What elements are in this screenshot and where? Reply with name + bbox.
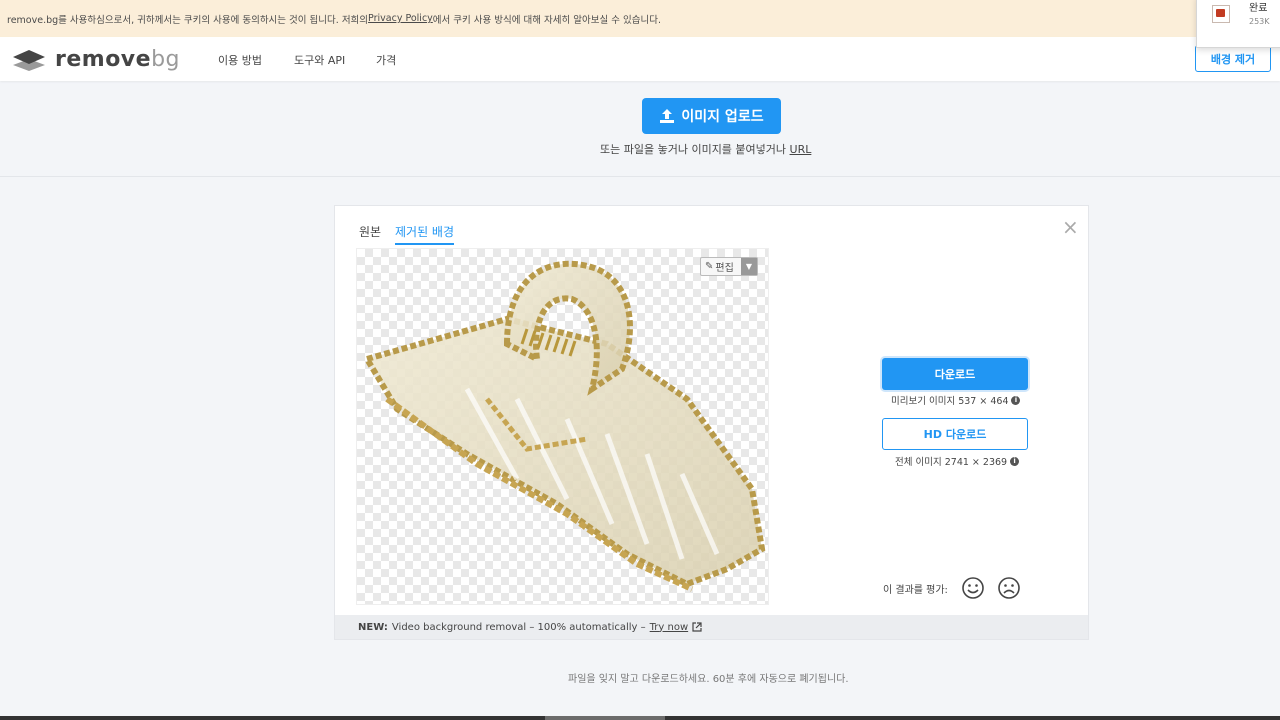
nav-how-to-use[interactable]: 이용 방법: [218, 52, 262, 68]
tab-original[interactable]: 원본: [359, 223, 381, 240]
try-now-link[interactable]: Try now: [650, 622, 688, 633]
nav-tools-api[interactable]: 도구와 API: [294, 52, 345, 68]
upload-hint: 또는 파일을 놓거나 이미지를 붙여넣거나 URL: [600, 141, 811, 157]
upload-hint-text: 또는 파일을 놓거나 이미지를 붙여넣거나: [600, 143, 790, 156]
download-complete-popup[interactable]: 완료 253K: [1196, 0, 1280, 48]
upload-button-label: 이미지 업로드: [681, 109, 764, 125]
download-button[interactable]: 다운로드: [882, 358, 1028, 390]
nav-pricing[interactable]: 가격: [376, 52, 396, 68]
edit-button[interactable]: ✎ 편집 ▼: [700, 257, 758, 276]
cookie-text-after: 에서 쿠키 사용 방식에 대해 자세히 알아보실 수 있습니다.: [432, 14, 661, 26]
smiley-icon[interactable]: [961, 576, 985, 600]
logo-sub: bg: [151, 47, 181, 72]
cookie-text-before: remove.bg를 사용하심으로서, 귀하께서는 쿠키의 사용에 동의하시는 …: [7, 14, 369, 26]
site-header: removebg 이용 방법 도구와 API 가격 배경 제거: [0, 37, 1280, 81]
upload-image-button[interactable]: 이미지 업로드: [642, 98, 781, 134]
external-link-icon: [692, 622, 702, 632]
logo-icon: [13, 49, 45, 71]
result-preview: ✎ 편집 ▼: [357, 249, 768, 604]
download-popup-size: 253K: [1249, 17, 1270, 26]
logo-main: remove: [55, 47, 152, 72]
taskbar-strip: [0, 716, 1280, 720]
auto-delete-note: 파일을 잊지 말고 다운로드하세요. 60분 후에 자동으로 폐기됩니다.: [568, 674, 849, 685]
promo-text: Video background removal – 100% automati…: [391, 621, 646, 633]
section-divider: [0, 176, 1280, 177]
upload-icon: [660, 109, 675, 123]
logo-wordmark: removebg: [55, 47, 180, 72]
rate-label: 이 결과를 평가:: [883, 585, 948, 596]
promo-new: NEW:: [358, 621, 388, 633]
file-icon: [1212, 5, 1230, 23]
hair-clip-image: [362, 260, 766, 592]
taskbar-segment: [545, 716, 665, 720]
download-popup-title: 완료: [1249, 3, 1268, 14]
logo[interactable]: removebg: [12, 47, 180, 72]
close-icon[interactable]: ×: [1062, 217, 1079, 237]
result-card: 원본 제거된 배경 × ✎ 편집 ▼ 다운로드 미리보기 이미지 537 × 4…: [334, 205, 1089, 640]
info-icon[interactable]: i: [1010, 456, 1020, 466]
tab-removed-background[interactable]: 제거된 배경: [395, 223, 455, 245]
preview-size-text: 미리보기 이미지 537 × 464: [891, 396, 1009, 407]
url-link[interactable]: URL: [790, 143, 812, 156]
preview-size-info: 미리보기 이미지 537 × 464 i: [891, 393, 1021, 407]
chevron-down-icon[interactable]: ▼: [741, 258, 757, 275]
privacy-policy-link[interactable]: Privacy Policy: [368, 13, 433, 24]
full-size-info: 전체 이미지 2741 × 2369 i: [895, 454, 1020, 468]
edit-label: 편집: [715, 263, 734, 274]
pencil-icon: ✎: [705, 261, 714, 272]
full-size-text: 전체 이미지 2741 × 2369: [895, 457, 1008, 468]
cookie-banner: remove.bg를 사용하심으로서, 귀하께서는 쿠키의 사용에 동의하시는 …: [0, 0, 1280, 37]
frown-icon[interactable]: [997, 576, 1021, 600]
video-promo-bar: NEW: Video background removal – 100% aut…: [335, 615, 1088, 639]
hd-download-button[interactable]: HD 다운로드: [882, 418, 1028, 450]
remove-background-button[interactable]: 배경 제거: [1195, 45, 1271, 72]
info-icon[interactable]: i: [1011, 395, 1021, 405]
